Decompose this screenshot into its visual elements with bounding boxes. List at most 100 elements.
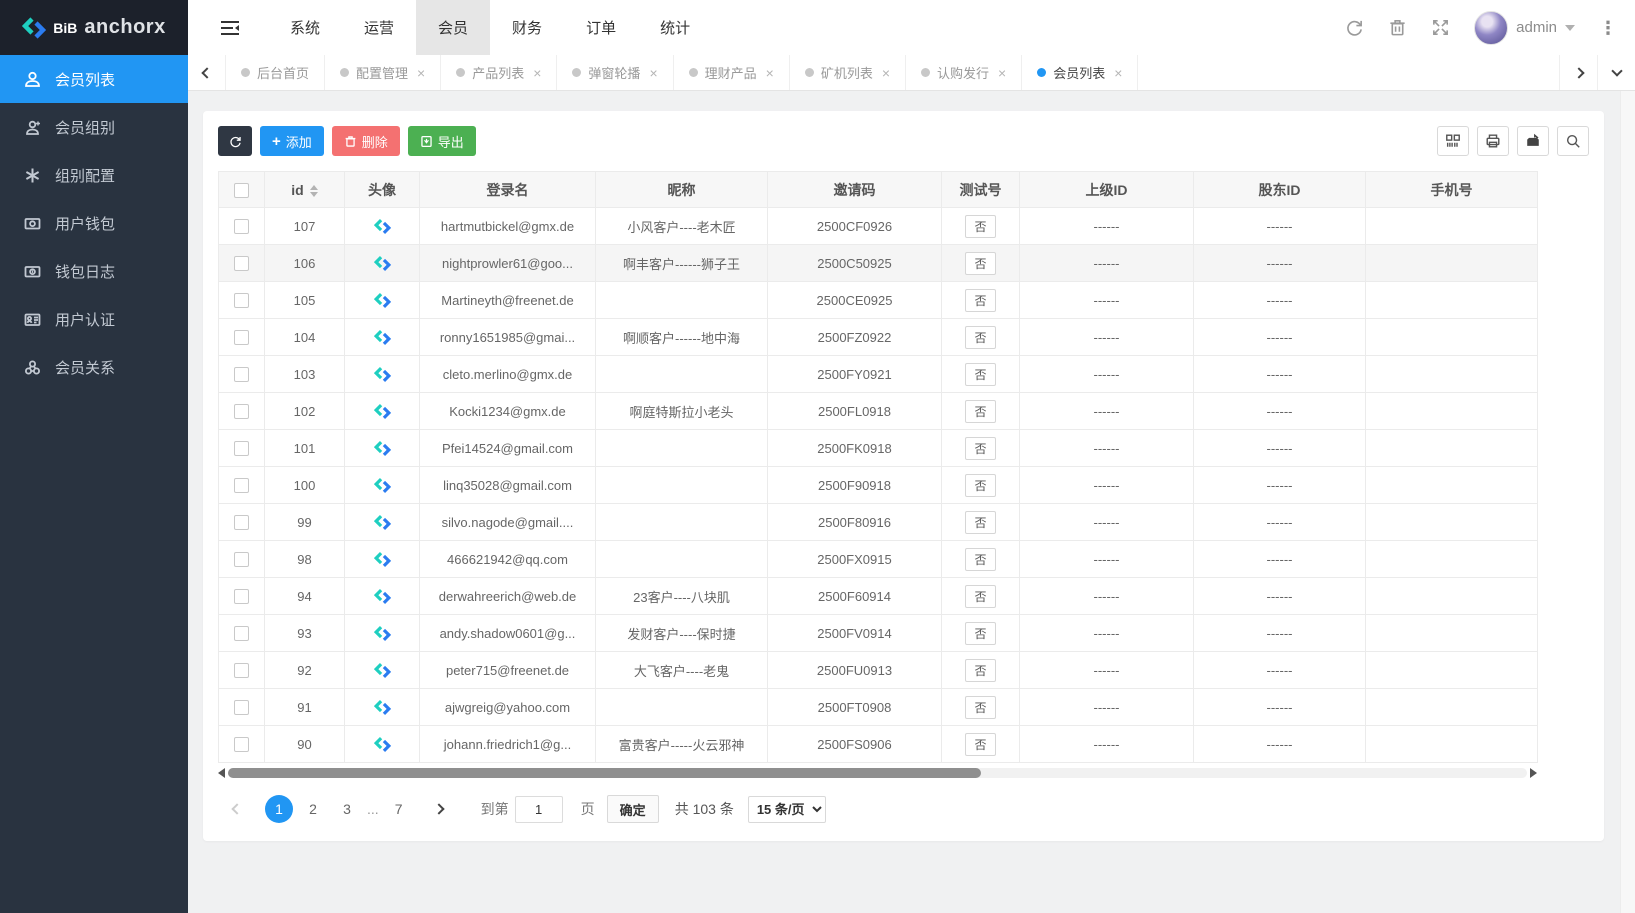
- tab-member-list[interactable]: 会员列表×: [1022, 55, 1138, 90]
- goto-page-input[interactable]: [515, 796, 563, 823]
- tab-close-icon[interactable]: ×: [766, 65, 774, 81]
- nav-item-operation[interactable]: 运营: [342, 0, 416, 55]
- next-page-button[interactable]: [425, 795, 453, 823]
- nav-item-system[interactable]: 系统: [268, 0, 342, 55]
- test-flag-badge[interactable]: 否: [965, 326, 995, 349]
- print-button[interactable]: [1477, 126, 1509, 156]
- tab-close-icon[interactable]: ×: [417, 65, 425, 81]
- search-button[interactable]: [1557, 126, 1589, 156]
- tab-close-icon[interactable]: ×: [533, 65, 541, 81]
- tab-products[interactable]: 产品列表×: [441, 55, 557, 90]
- row-checkbox[interactable]: [234, 330, 249, 345]
- tab-close-icon[interactable]: ×: [1114, 65, 1122, 81]
- scrollbar-thumb[interactable]: [228, 768, 981, 778]
- sidebar-item-user-wallet[interactable]: 用户钱包: [0, 199, 188, 247]
- page-button-1[interactable]: 1: [265, 795, 293, 823]
- tab-finance-products[interactable]: 理财产品×: [674, 55, 790, 90]
- export-button[interactable]: 导出: [408, 126, 476, 156]
- trash-icon[interactable]: [1388, 18, 1407, 37]
- nav-item-order[interactable]: 订单: [564, 0, 638, 55]
- test-flag-badge[interactable]: 否: [965, 696, 995, 719]
- tab-popup-carousel[interactable]: 弹窗轮播×: [557, 55, 673, 90]
- row-checkbox[interactable]: [234, 478, 249, 493]
- tab-close-icon[interactable]: ×: [649, 65, 657, 81]
- test-flag-badge[interactable]: 否: [965, 659, 995, 682]
- user-menu[interactable]: admin: [1474, 11, 1575, 45]
- nav-item-member[interactable]: 会员: [416, 0, 490, 55]
- sidebar-toggle-icon[interactable]: [220, 19, 240, 37]
- tab-close-icon[interactable]: ×: [882, 65, 890, 81]
- cell-login: ronny1651985@gmai...: [420, 319, 596, 356]
- tab-subscription[interactable]: 认购发行×: [906, 55, 1022, 90]
- test-flag-badge[interactable]: 否: [965, 733, 995, 756]
- page-button-3[interactable]: 3: [333, 795, 361, 823]
- row-checkbox-cell: [219, 430, 265, 467]
- cell-test-flag: 否: [942, 356, 1020, 393]
- fullscreen-icon[interactable]: [1431, 18, 1450, 37]
- test-flag-badge[interactable]: 否: [965, 585, 995, 608]
- nav-item-finance[interactable]: 财务: [490, 0, 564, 55]
- page-scrollbar[interactable]: [1620, 91, 1635, 913]
- delete-button[interactable]: 删除: [332, 126, 400, 156]
- test-flag-badge[interactable]: 否: [965, 622, 995, 645]
- sidebar-item-wallet-log[interactable]: 钱包日志: [0, 247, 188, 295]
- select-all-checkbox[interactable]: [234, 183, 249, 198]
- row-checkbox[interactable]: [234, 256, 249, 271]
- tabs-dropdown-button[interactable]: [1597, 55, 1635, 90]
- column-header-label: 登录名: [487, 182, 529, 198]
- sidebar-item-member-relation[interactable]: 会员关系: [0, 343, 188, 391]
- refresh-icon[interactable]: [1345, 18, 1364, 37]
- more-options-icon[interactable]: ⋮: [1599, 19, 1617, 37]
- row-checkbox[interactable]: [234, 293, 249, 308]
- column-header-id[interactable]: id: [265, 172, 345, 208]
- scroll-right-arrow-icon[interactable]: [1530, 768, 1537, 778]
- cell-shareholder-id: ------: [1194, 393, 1366, 430]
- row-checkbox[interactable]: [234, 219, 249, 234]
- sidebar-item-user-auth[interactable]: 用户认证: [0, 295, 188, 343]
- test-flag-badge[interactable]: 否: [965, 511, 995, 534]
- tab-config[interactable]: 配置管理×: [325, 55, 441, 90]
- test-flag-badge[interactable]: 否: [965, 289, 995, 312]
- tab-miner-list[interactable]: 矿机列表×: [790, 55, 906, 90]
- row-checkbox[interactable]: [234, 589, 249, 604]
- test-flag-badge[interactable]: 否: [965, 252, 995, 275]
- row-checkbox[interactable]: [234, 404, 249, 419]
- row-checkbox[interactable]: [234, 663, 249, 678]
- sidebar-item-member-list[interactable]: 会员列表: [0, 55, 188, 103]
- sort-icon[interactable]: [310, 185, 318, 197]
- nav-item-statistics[interactable]: 统计: [638, 0, 712, 55]
- export-data-button[interactable]: [1517, 126, 1549, 156]
- row-checkbox[interactable]: [234, 737, 249, 752]
- row-checkbox[interactable]: [234, 552, 249, 567]
- row-checkbox[interactable]: [234, 441, 249, 456]
- refresh-table-button[interactable]: [218, 126, 252, 156]
- row-checkbox[interactable]: [234, 626, 249, 641]
- sidebar-item-group-config[interactable]: 组别配置: [0, 151, 188, 199]
- page-button-2[interactable]: 2: [299, 795, 327, 823]
- scroll-left-arrow-icon[interactable]: [218, 768, 225, 778]
- test-flag-badge[interactable]: 否: [965, 400, 995, 423]
- table-row: 101Pfei14524@gmail.com2500FK0918否-------…: [219, 430, 1538, 467]
- test-flag-badge[interactable]: 否: [965, 548, 995, 571]
- tabs-scroll-left-button[interactable]: [188, 55, 226, 90]
- tab-close-icon[interactable]: ×: [998, 65, 1006, 81]
- add-button[interactable]: + 添加: [260, 126, 324, 156]
- tabs-scroll-right-button[interactable]: [1559, 55, 1597, 90]
- test-flag-badge[interactable]: 否: [965, 215, 995, 238]
- page-button-7[interactable]: 7: [385, 795, 413, 823]
- sidebar-item-member-group[interactable]: 会员组别: [0, 103, 188, 151]
- page-size-select[interactable]: 15 条/页: [748, 796, 826, 823]
- prev-page-button[interactable]: [223, 795, 251, 823]
- test-flag-badge[interactable]: 否: [965, 437, 995, 460]
- row-checkbox[interactable]: [234, 700, 249, 715]
- test-flag-badge[interactable]: 否: [965, 474, 995, 497]
- test-flag-badge[interactable]: 否: [965, 363, 995, 386]
- content-wrap: + 添加 删除 导出: [188, 91, 1635, 913]
- columns-toggle-button[interactable]: [1437, 126, 1469, 156]
- confirm-button[interactable]: 确定: [607, 795, 659, 823]
- row-checkbox[interactable]: [234, 515, 249, 530]
- row-checkbox[interactable]: [234, 367, 249, 382]
- cell-invite-code: 2500FK0918: [768, 430, 942, 467]
- tab-home[interactable]: 后台首页: [226, 55, 325, 90]
- scrollbar-track[interactable]: [228, 768, 1527, 778]
